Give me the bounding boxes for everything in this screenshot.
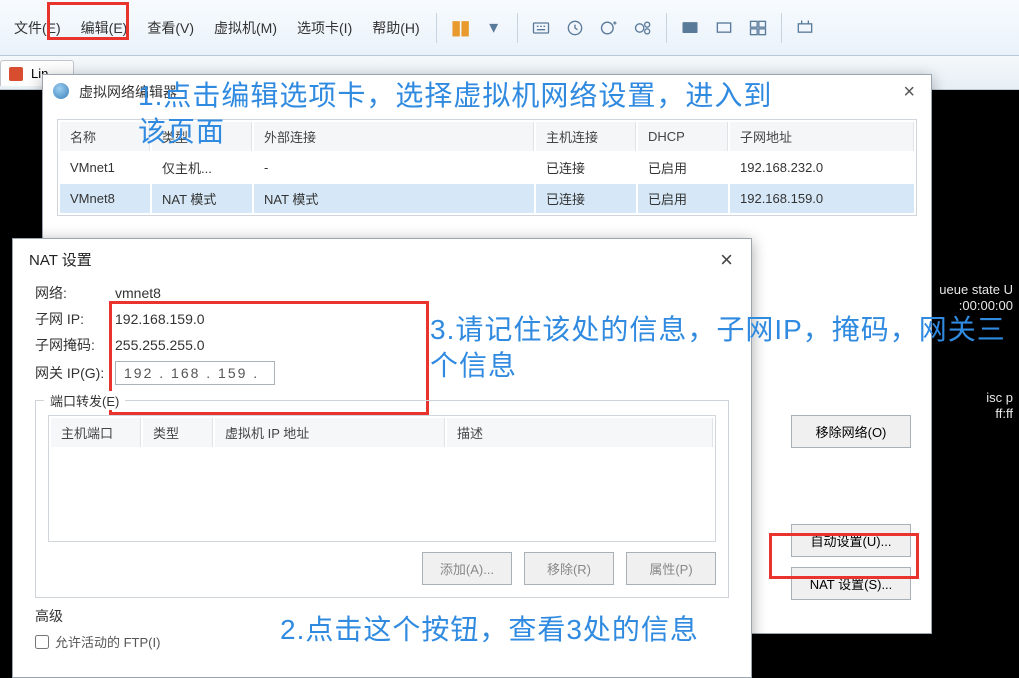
col-host[interactable]: 主机连接 bbox=[536, 122, 636, 151]
nat-settings-button[interactable]: NAT 设置(S)... bbox=[791, 567, 911, 600]
advanced-label: 高级 bbox=[35, 606, 729, 626]
menu-bar: 文件(E) 编辑(E) 查看(V) 虚拟机(M) 选项卡(I) 帮助(H) ▮▮… bbox=[0, 0, 1019, 56]
col-subnet[interactable]: 子网地址 bbox=[730, 122, 914, 151]
col-name[interactable]: 名称 bbox=[60, 122, 150, 151]
network-table: 名称 类型 外部连接 主机连接 DHCP 子网地址 VMnet1 仅主机... … bbox=[57, 119, 917, 216]
fullscreen-icon[interactable] bbox=[710, 14, 738, 42]
col-ext[interactable]: 外部连接 bbox=[254, 122, 534, 151]
snapshot-add-icon[interactable] bbox=[595, 14, 623, 42]
port-forward-group: 端口转发(E) 主机端口 类型 虚拟机 IP 地址 描述 添加(A)... 移除… bbox=[35, 400, 729, 598]
table-row[interactable]: VMnet1 仅主机... - 已连接 已启用 192.168.232.0 bbox=[60, 153, 914, 182]
subnet-mask-value: 255.255.255.0 bbox=[115, 337, 205, 353]
snapshot-icon[interactable] bbox=[561, 14, 589, 42]
separator bbox=[436, 13, 437, 43]
remove-network-button[interactable]: 移除网络(O) bbox=[791, 415, 911, 448]
col-dhcp[interactable]: DHCP bbox=[638, 122, 728, 151]
auto-settings-button[interactable]: 自动设置(U)... bbox=[791, 524, 911, 557]
checkbox-input[interactable] bbox=[35, 635, 49, 649]
col-type[interactable]: 类型 bbox=[143, 418, 213, 447]
col-desc[interactable]: 描述 bbox=[447, 418, 713, 447]
subnet-ip-label: 子网 IP: bbox=[35, 309, 115, 329]
terminal-text: ueue state U :00:00:00 bbox=[939, 282, 1013, 314]
col-vm-ip[interactable]: 虚拟机 IP 地址 bbox=[215, 418, 445, 447]
subnet-mask-label: 子网掩码: bbox=[35, 335, 115, 355]
col-host-port[interactable]: 主机端口 bbox=[51, 418, 141, 447]
dropdown-icon[interactable]: ▾ bbox=[480, 14, 508, 42]
nat-settings-dialog: NAT 设置 × 网络: vmnet8 子网 IP: 192.168.159.0… bbox=[12, 238, 752, 678]
properties-button[interactable]: 属性(P) bbox=[626, 552, 716, 585]
port-forward-table: 主机端口 类型 虚拟机 IP 地址 描述 bbox=[48, 415, 716, 542]
globe-icon bbox=[53, 83, 71, 101]
menu-view[interactable]: 查看(V) bbox=[137, 12, 204, 44]
network-value: vmnet8 bbox=[115, 285, 161, 301]
separator bbox=[666, 13, 667, 43]
dialog-title: 虚拟网络编辑器 bbox=[79, 82, 177, 102]
stretch-icon[interactable] bbox=[791, 14, 819, 42]
menu-help[interactable]: 帮助(H) bbox=[362, 12, 429, 44]
console-icon[interactable] bbox=[676, 14, 704, 42]
menu-edit[interactable]: 编辑(E) bbox=[71, 12, 138, 44]
snapshot-manager-icon[interactable] bbox=[629, 14, 657, 42]
send-keys-icon[interactable] bbox=[527, 14, 555, 42]
table-header-row: 名称 类型 外部连接 主机连接 DHCP 子网地址 bbox=[60, 122, 914, 151]
subnet-ip-value: 192.168.159.0 bbox=[115, 311, 205, 327]
terminal-text: isc p ff:ff bbox=[986, 390, 1013, 422]
pause-icon[interactable]: ▮▮ bbox=[446, 14, 474, 42]
menu-vm[interactable]: 虚拟机(M) bbox=[204, 12, 287, 44]
gateway-label: 网关 IP(G): bbox=[35, 363, 115, 383]
close-icon[interactable]: × bbox=[714, 247, 739, 273]
menu-file[interactable]: 文件(E) bbox=[4, 12, 71, 44]
close-icon[interactable]: × bbox=[897, 81, 921, 104]
network-label: 网络: bbox=[35, 283, 115, 303]
nat-info-form: 网络: vmnet8 子网 IP: 192.168.159.0 子网掩码: 25… bbox=[13, 276, 751, 392]
unity-icon[interactable] bbox=[744, 14, 772, 42]
groupbox-title: 端口转发(E) bbox=[44, 391, 125, 410]
checkbox-label: 允许活动的 FTP(I) bbox=[55, 632, 160, 651]
remove-button[interactable]: 移除(R) bbox=[524, 552, 614, 585]
allow-ftp-checkbox[interactable]: 允许活动的 FTP(I) bbox=[35, 632, 729, 651]
col-type[interactable]: 类型 bbox=[152, 122, 252, 151]
separator bbox=[517, 13, 518, 43]
gateway-input[interactable] bbox=[115, 361, 275, 385]
menu-tabs[interactable]: 选项卡(I) bbox=[287, 12, 362, 44]
dialog-title: NAT 设置 bbox=[13, 239, 751, 276]
dialog-title-bar: 虚拟网络编辑器 × bbox=[43, 75, 931, 109]
add-button[interactable]: 添加(A)... bbox=[422, 552, 512, 585]
separator bbox=[781, 13, 782, 43]
table-row[interactable]: VMnet8 NAT 模式 NAT 模式 已连接 已启用 192.168.159… bbox=[60, 184, 914, 213]
